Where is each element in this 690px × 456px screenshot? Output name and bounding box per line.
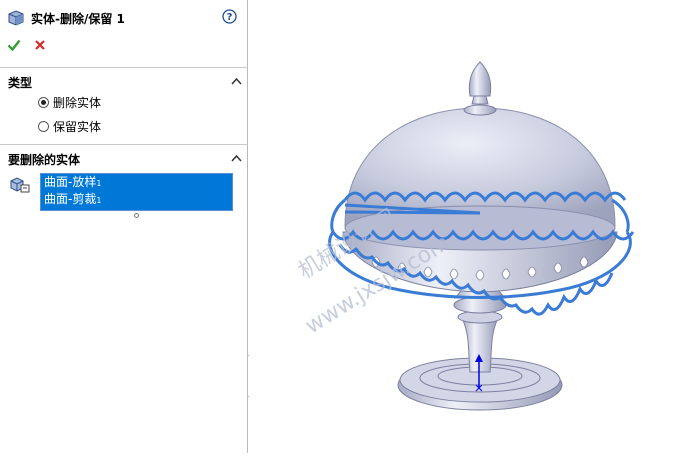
list-resize-handle[interactable] [134, 213, 139, 218]
type-section-title: 类型 [8, 76, 33, 90]
radio-button[interactable] [38, 120, 49, 132]
radio-label: 删除实体 [53, 95, 102, 110]
chevron-up-icon[interactable] [231, 77, 242, 85]
list-item-index: 1 [96, 179, 102, 188]
radio-button[interactable] [38, 96, 49, 108]
delete-body-icon [8, 10, 24, 26]
x-icon[interactable] [34, 39, 46, 51]
list-item-label: 曲面-剪裁 [44, 192, 97, 206]
radio-keep-bodies[interactable]: 保留实体 [38, 118, 101, 134]
radio-label: 保留实体 [53, 119, 102, 134]
graphics-viewport[interactable]: 机械设计网 www.jxsjw.com [249, 0, 690, 453]
chevron-up-icon[interactable] [231, 154, 242, 162]
list-item[interactable]: 曲面-放样1 [41, 174, 232, 191]
svg-text:?: ? [227, 12, 233, 23]
panel-header: 实体-删除/保留 1 ? [0, 0, 248, 36]
cake-stand-model[interactable] [249, 0, 690, 453]
bodies-to-delete-list[interactable]: 曲面-放样1 曲面-剪裁1 [40, 173, 233, 211]
list-item[interactable]: 曲面-剪裁1 [41, 191, 232, 208]
divider [0, 144, 248, 145]
bodies-section-title: 要删除的实体 [8, 153, 81, 167]
solid-bodies-icon [10, 177, 30, 193]
list-item-label: 曲面-放样 [44, 175, 97, 189]
panel-title: 实体-删除/保留 1 [31, 12, 125, 26]
radio-delete-bodies[interactable]: 删除实体 [38, 94, 101, 110]
list-item-index: 1 [96, 196, 102, 205]
property-manager-panel: 实体-删除/保留 1 ? 类型 删除实体 保留实体 要删除的实体 曲面-放样1 … [0, 0, 248, 453]
checkmark-icon[interactable] [7, 38, 21, 52]
question-icon[interactable]: ? [222, 9, 237, 24]
divider [0, 67, 248, 68]
